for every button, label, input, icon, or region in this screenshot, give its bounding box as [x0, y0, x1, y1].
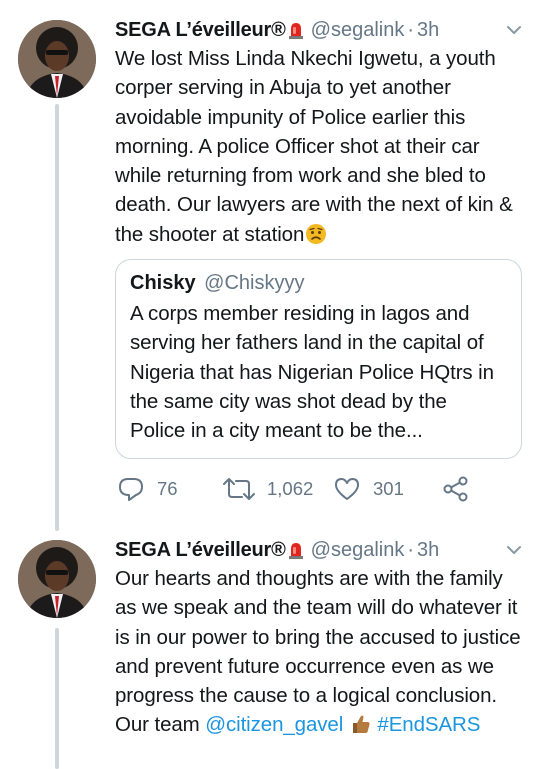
thread-line [55, 628, 59, 769]
reply-button[interactable]: 76 [117, 474, 178, 504]
tweet-text: Our hearts and thoughts are with the fam… [115, 564, 527, 740]
worried-face-emoji [305, 223, 327, 245]
avatar-image [18, 20, 96, 98]
tweet-body: We lost Miss Linda Nkechi Igwetu, a yout… [115, 47, 513, 246]
display-name[interactable]: SEGA L’éveilleur® [115, 19, 286, 42]
quoted-handle: @Chiskyyy [204, 272, 305, 294]
tweet-text: We lost Miss Linda Nkechi Igwetu, a yout… [115, 44, 527, 249]
tweet-actions: 76 1,062 301 [115, 474, 515, 504]
separator: · [407, 538, 415, 561]
tweet-header: SEGA L’éveilleur® @segalink · 3h [115, 15, 525, 45]
like-button[interactable]: 301 [333, 474, 404, 504]
share-icon [442, 476, 470, 502]
avatar[interactable] [18, 20, 96, 98]
separator: · [407, 18, 415, 41]
retweet-count: 1,062 [267, 478, 314, 499]
timestamp[interactable]: 3h [417, 19, 439, 42]
siren-emoji [288, 541, 303, 559]
reply-count: 76 [157, 478, 178, 499]
handle[interactable]: @segalink [311, 539, 405, 562]
quoted-tweet-header: Chisky @Chiskyyy [130, 271, 507, 295]
hashtag-link[interactable]: #EndSARS [377, 713, 480, 736]
avatar[interactable] [18, 540, 96, 618]
like-count: 301 [373, 478, 404, 499]
quoted-tweet[interactable]: Chisky @Chiskyyy A corps member residing… [115, 259, 522, 459]
avatar-image [18, 540, 96, 618]
quoted-display-name: Chisky [130, 272, 196, 294]
chevron-down-icon[interactable] [503, 539, 525, 561]
chevron-down-icon[interactable] [503, 19, 525, 41]
quoted-tweet-text: A corps member residing in lagos and ser… [130, 302, 494, 443]
thumbs-up-emoji [350, 713, 372, 735]
tweet-header: SEGA L’éveilleur® @segalink · 3h [115, 535, 525, 565]
reply-icon [117, 476, 145, 502]
mention-link[interactable]: @citizen_gavel [205, 713, 343, 736]
like-icon [333, 476, 361, 502]
handle[interactable]: @segalink [311, 19, 405, 42]
thread-line [55, 104, 59, 531]
share-button[interactable] [442, 474, 470, 504]
timestamp[interactable]: 3h [417, 539, 439, 562]
siren-emoji [288, 21, 303, 39]
retweet-icon [223, 476, 255, 502]
display-name[interactable]: SEGA L’éveilleur® [115, 539, 286, 562]
tweet-body: Our hearts and thoughts are with the fam… [115, 567, 521, 737]
retweet-button[interactable]: 1,062 [223, 474, 313, 504]
